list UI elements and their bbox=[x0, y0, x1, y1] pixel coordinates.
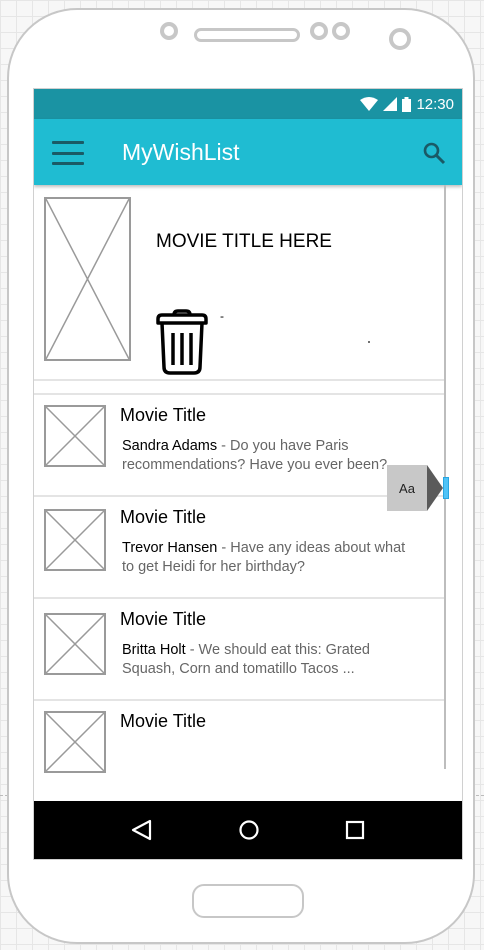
app-bar: MyWishList bbox=[34, 119, 462, 185]
message-text-line2: to get Heidi for her birthday? bbox=[122, 559, 305, 575]
message-text: - We should eat this: Grated bbox=[185, 642, 370, 658]
phone-screen: 12:30 MyWishList MOVIE TITLE HERE - Movi… bbox=[33, 88, 463, 860]
app-title: MyWishList bbox=[122, 139, 240, 165]
featured-poster-placeholder bbox=[44, 197, 131, 361]
movie-message: Britta Holt - We should eat this: Grated… bbox=[122, 641, 442, 679]
status-bar: 12:30 bbox=[34, 89, 462, 119]
message-text-line2: Squash, Corn and tomatillo Tacos ... bbox=[122, 661, 355, 677]
featured-note: - bbox=[220, 309, 224, 323]
message-text: - Do you have Paris bbox=[217, 438, 349, 454]
message-sender: Sandra Adams bbox=[122, 438, 218, 454]
hamburger-icon[interactable] bbox=[52, 141, 84, 165]
list-item[interactable]: Movie Title Sandra Adams - Do you have P… bbox=[34, 393, 444, 493]
movie-list: MOVIE TITLE HERE - Movie Title Sandra Ad… bbox=[34, 185, 444, 801]
list-item[interactable]: Movie Title Trevor Hansen - Have any ide… bbox=[34, 495, 444, 595]
sensor-right-a bbox=[310, 22, 328, 40]
message-sender: Trevor Hansen bbox=[122, 540, 218, 556]
tooltip-arrow-icon bbox=[427, 465, 443, 511]
movie-thumbnail-placeholder bbox=[44, 711, 106, 773]
list-item[interactable]: Movie Title Britta Holt - We should eat … bbox=[34, 597, 444, 697]
list-item[interactable]: Movie Title bbox=[34, 699, 444, 799]
movie-thumbnail-placeholder bbox=[44, 509, 106, 571]
search-icon[interactable] bbox=[422, 141, 446, 165]
recents-square-icon[interactable] bbox=[344, 819, 366, 841]
movie-thumbnail-placeholder bbox=[44, 405, 106, 467]
status-time: 12:30 bbox=[416, 95, 454, 113]
system-nav-bar bbox=[34, 801, 462, 859]
signal-icon bbox=[383, 97, 398, 111]
battery-icon bbox=[402, 96, 412, 112]
movie-message: Trevor Hansen - Have any ideas about wha… bbox=[122, 539, 442, 577]
sensor-right-b bbox=[332, 22, 350, 40]
hardware-home-button[interactable] bbox=[192, 884, 304, 918]
featured-movie-card[interactable]: MOVIE TITLE HERE - bbox=[34, 185, 444, 381]
message-text: - Have any ideas about what bbox=[217, 540, 406, 556]
sensor-left bbox=[160, 22, 178, 40]
movie-title: Movie Title bbox=[120, 711, 207, 731]
back-triangle-icon[interactable] bbox=[130, 819, 152, 841]
movie-thumbnail-placeholder bbox=[44, 613, 106, 675]
text-selection-handle[interactable] bbox=[443, 477, 449, 499]
trash-icon[interactable] bbox=[154, 309, 210, 375]
front-camera bbox=[389, 28, 411, 50]
wifi-icon bbox=[360, 97, 379, 111]
home-circle-icon[interactable] bbox=[238, 819, 260, 841]
message-sender: Britta Holt bbox=[122, 642, 186, 658]
movie-title: Movie Title bbox=[120, 507, 207, 527]
earpiece-speaker bbox=[194, 28, 300, 42]
featured-dot bbox=[368, 341, 370, 343]
movie-title: Movie Title bbox=[120, 609, 207, 629]
movie-title: Movie Title bbox=[120, 405, 207, 425]
featured-movie-title: MOVIE TITLE HERE bbox=[156, 231, 332, 252]
text-format-tooltip[interactable]: Aa bbox=[387, 465, 427, 511]
